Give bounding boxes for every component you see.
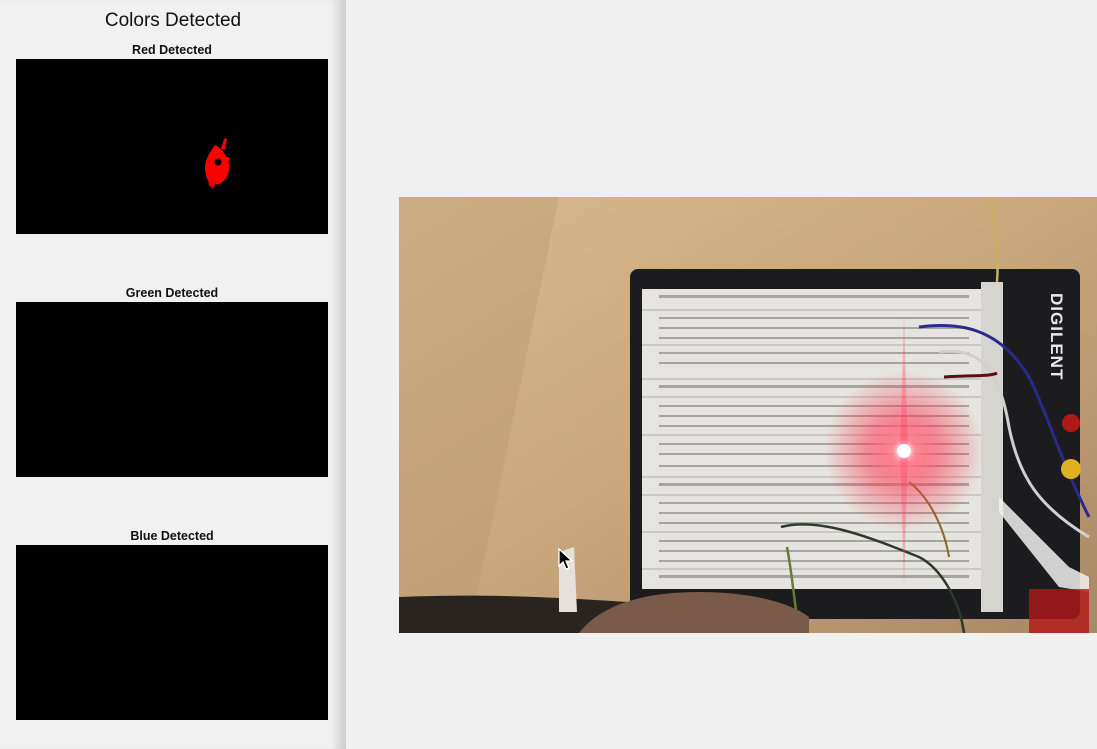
red-detected-axes [16, 59, 328, 234]
green-axes-title: Green Detected [125, 286, 219, 300]
colors-detected-panel: Colors Detected Red Detected Green Detec… [0, 0, 346, 749]
digilent-logo: DIGILENT [1047, 293, 1066, 380]
binding-post-yellow [1061, 459, 1081, 479]
red-axes-title: Red Detected [132, 43, 212, 57]
led [897, 444, 911, 458]
green-detected-axes [16, 302, 328, 477]
red-blob-mask [204, 138, 230, 189]
red-blob-tail [221, 138, 227, 149]
blue-axes-title: Blue Detected [130, 529, 214, 543]
mouse-pointer-icon [558, 547, 574, 577]
camera-video-frame: DIGILENT [399, 197, 1097, 633]
power-rail [981, 282, 1003, 612]
breadboard-scene: DIGILENT [399, 197, 1097, 633]
panel-title: Colors Detected [104, 10, 242, 31]
red-blob-hole [214, 158, 222, 166]
binding-post-red [1062, 414, 1080, 432]
blue-detected-axes [16, 545, 328, 720]
